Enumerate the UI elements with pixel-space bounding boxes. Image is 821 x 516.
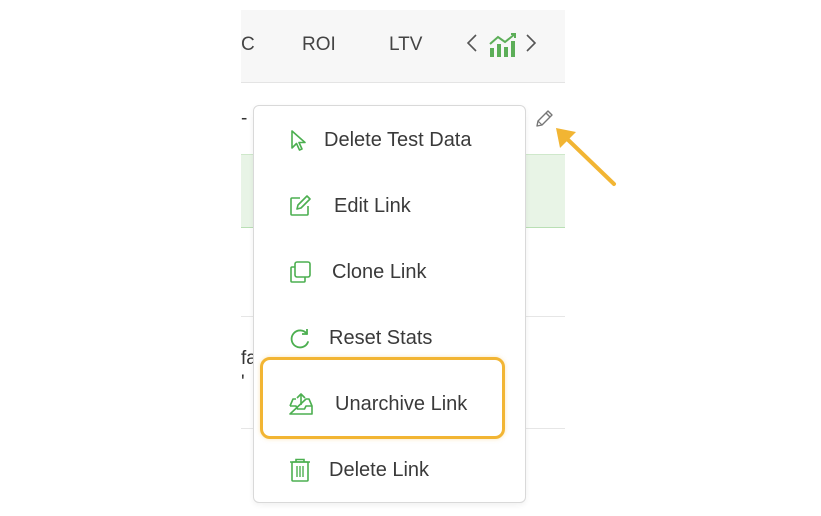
- table-header: C ROI LTV: [241, 10, 565, 83]
- annotation-highlight-box: [260, 357, 505, 439]
- column-header-truncated[interactable]: C: [241, 34, 255, 56]
- link-actions-menu: Delete Test Data Edit Link Clone Link Re…: [253, 105, 526, 503]
- copy-icon: [290, 261, 311, 283]
- row-text-fragment: -: [241, 108, 248, 129]
- menu-item-delete-test-data[interactable]: Delete Test Data: [254, 109, 525, 169]
- trash-icon: [290, 458, 310, 482]
- row-text-fragment: ': [241, 372, 245, 393]
- menu-item-label: Delete Link: [329, 459, 430, 481]
- menu-item-delete-link[interactable]: Delete Link: [254, 439, 525, 499]
- edit-square-icon: [290, 195, 311, 216]
- column-header-ltv[interactable]: LTV: [389, 34, 422, 56]
- menu-item-label: Reset Stats: [329, 327, 433, 349]
- menu-item-edit-link[interactable]: Edit Link: [254, 175, 525, 235]
- chevron-right-icon[interactable]: [524, 32, 538, 54]
- column-header-roi[interactable]: ROI: [302, 34, 336, 56]
- menu-item-label: Delete Test Data: [324, 129, 472, 151]
- chevron-left-icon[interactable]: [465, 32, 479, 54]
- cursor-pointer-icon: [291, 130, 306, 151]
- bar-chart-trend-icon[interactable]: [488, 32, 518, 58]
- refresh-icon: [290, 329, 309, 349]
- menu-item-clone-link[interactable]: Clone Link: [254, 241, 525, 301]
- menu-item-label: Edit Link: [334, 195, 411, 217]
- annotation-arrow-icon: [556, 128, 616, 186]
- menu-item-label: Clone Link: [332, 261, 427, 283]
